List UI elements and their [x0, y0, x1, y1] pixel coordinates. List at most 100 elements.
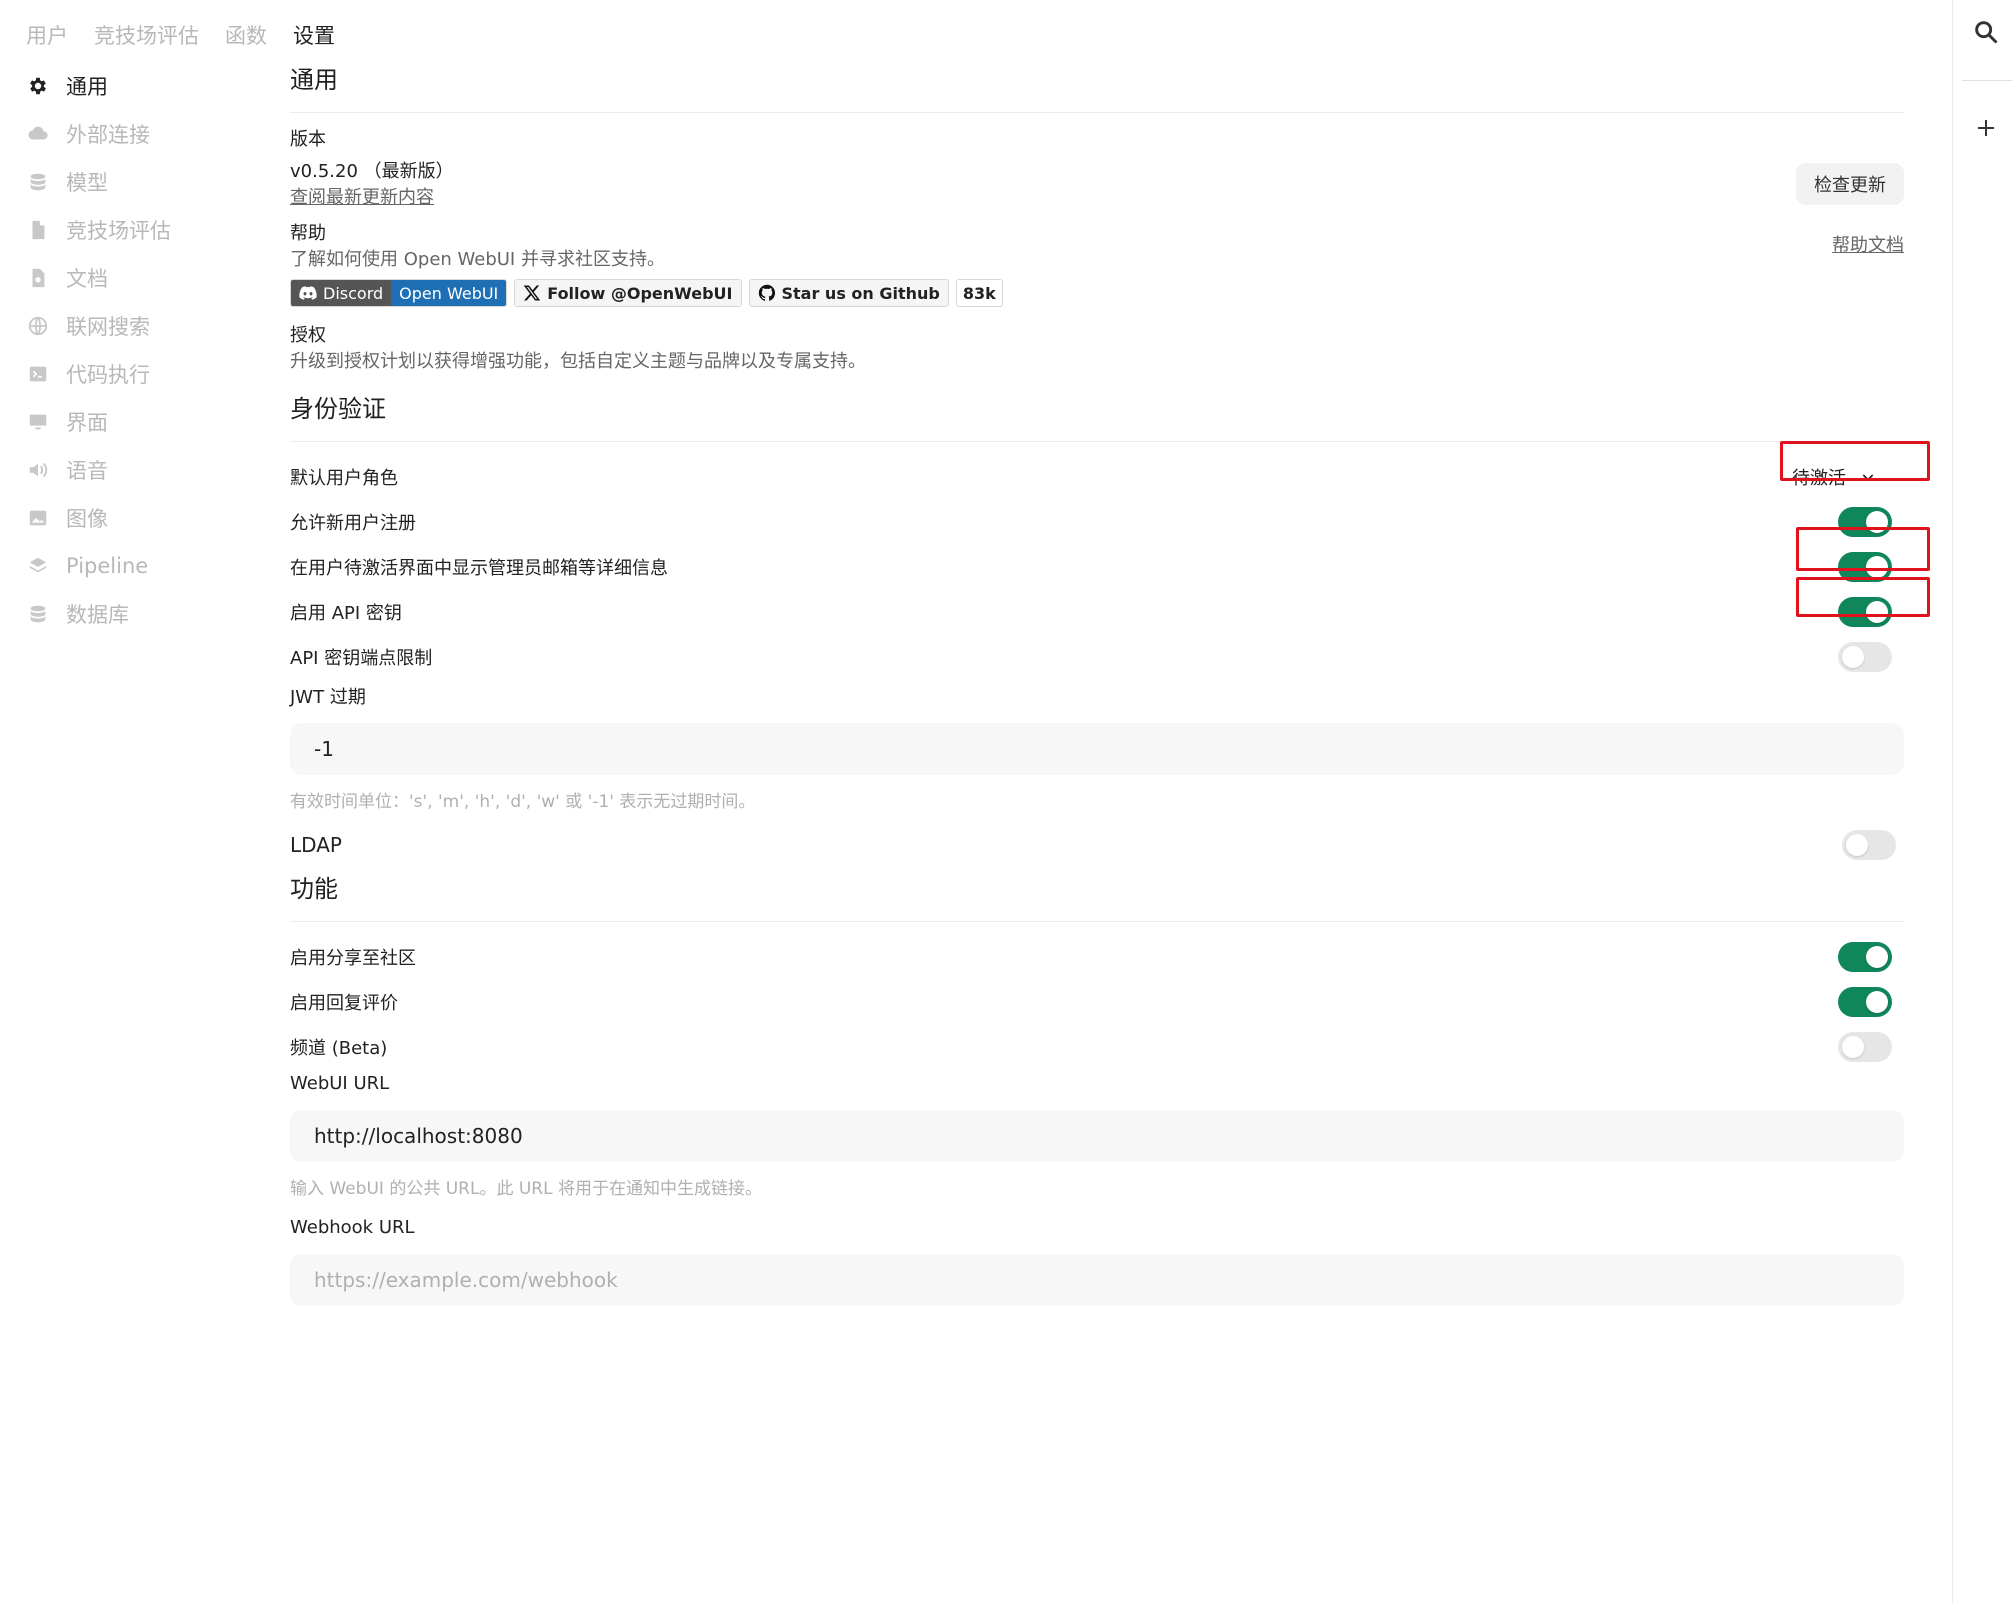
sidebar-item-models[interactable]: 模型 — [26, 158, 256, 206]
top-tabs: 用户 竞技场评估 函数 设置 — [26, 20, 335, 50]
discord-badge[interactable]: Discord Open WebUI — [290, 279, 508, 307]
layers-icon — [26, 554, 50, 578]
sidebar-item-label: 代码执行 — [66, 363, 150, 387]
allow-signup-label: 允许新用户注册 — [290, 512, 416, 534]
toggle-knob — [1866, 945, 1888, 968]
message-rating-toggle[interactable] — [1838, 986, 1892, 1017]
discord-icon — [299, 286, 317, 300]
api-key-endpoint-row: API 密钥端点限制 — [290, 634, 1904, 679]
monitor-icon — [26, 410, 50, 434]
sidebar-item-code-execution[interactable]: 代码执行 — [26, 350, 256, 398]
tab-users[interactable]: 用户 — [26, 20, 68, 50]
toggle-knob — [1842, 1035, 1864, 1058]
sidebar-item-label: Pipeline — [66, 554, 149, 578]
sidebar-item-documents[interactable]: 文档 — [26, 254, 256, 302]
highlight-outline — [1796, 527, 1930, 571]
sidebar-item-database[interactable]: 数据库 — [26, 590, 256, 638]
settings-main: 通用 版本 v0.5.20 （最新版） 查阅最新更新内容 检查更新 帮助 了解如… — [290, 62, 1904, 1306]
sidebar-item-label: 图像 — [66, 507, 108, 531]
github-icon — [758, 284, 775, 301]
ldap-label: LDAP — [290, 832, 342, 857]
sidebar-item-web-search[interactable]: 联网搜索 — [26, 302, 256, 350]
divider — [290, 112, 1904, 113]
version-label: 版本 — [290, 129, 326, 150]
message-rating-label: 启用回复评价 — [290, 992, 398, 1014]
discord-label: Discord — [323, 283, 384, 303]
changelog-link[interactable]: 查阅最新更新内容 — [290, 183, 1904, 209]
tab-arena[interactable]: 竞技场评估 — [94, 20, 199, 50]
show-admin-details-row: 在用户待激活界面中显示管理员邮箱等详细信息 — [290, 544, 1904, 589]
sidebar-item-evaluations[interactable]: 竞技场评估 — [26, 206, 256, 254]
x-badge-content: Follow @OpenWebUI — [515, 280, 741, 306]
divider — [290, 441, 1904, 442]
sidebar-item-audio[interactable]: 语音 — [26, 446, 256, 494]
plus-icon[interactable] — [1970, 112, 2002, 144]
sidebar-item-interface[interactable]: 界面 — [26, 398, 256, 446]
sidebar-item-images[interactable]: 图像 — [26, 494, 256, 542]
enable-api-key-label: 启用 API 密钥 — [290, 602, 402, 624]
tab-functions[interactable]: 函数 — [225, 20, 267, 50]
github-badge-content: Star us on Github — [749, 280, 948, 306]
rail-separator — [1962, 80, 2012, 81]
license-row: 授权 升级到授权计划以获得增强功能，包括自定义主题与品牌以及专属支持。 — [290, 321, 1904, 381]
database-icon — [26, 170, 50, 194]
ldap-toggle[interactable] — [1842, 829, 1896, 860]
community-share-row: 启用分享至社区 — [290, 934, 1904, 979]
jwt-hint: 有效时间单位：'s', 'm', 'h', 'd', 'w' 或 '-1' 表示… — [290, 792, 756, 812]
webhook-url-label: Webhook URL — [290, 1217, 415, 1238]
divider — [290, 921, 1904, 922]
section-title-auth: 身份验证 — [290, 395, 386, 423]
community-share-label: 启用分享至社区 — [290, 947, 416, 969]
license-description: 升级到授权计划以获得增强功能，包括自定义主题与品牌以及专属支持。 — [290, 351, 866, 372]
database-icon — [26, 602, 50, 626]
sidebar-item-label: 通用 — [66, 75, 108, 99]
jwt-expiry-input[interactable] — [290, 723, 1904, 775]
channels-toggle[interactable] — [1838, 1031, 1892, 1062]
sidebar-item-label: 文档 — [66, 267, 108, 291]
message-rating-row: 启用回复评价 — [290, 979, 1904, 1024]
tab-settings[interactable]: 设置 — [293, 20, 335, 50]
settings-sidebar: 通用 外部连接 模型 竞技场评估 文档 联网搜索 代码执行 界面 语音 图像 P… — [26, 62, 256, 638]
discord-badge-right: Open WebUI — [391, 280, 507, 306]
toggle-knob — [1846, 833, 1868, 856]
sidebar-item-pipeline[interactable]: Pipeline — [26, 542, 256, 590]
webui-url-input[interactable] — [290, 1110, 1904, 1162]
license-label: 授权 — [290, 325, 326, 346]
help-description: 了解如何使用 Open WebUI 并寻求社区支持。 — [290, 249, 665, 270]
community-share-toggle[interactable] — [1838, 941, 1892, 972]
document-search-icon — [26, 266, 50, 290]
settings-window: 用户 竞技场评估 函数 设置 通用 外部连接 模型 竞技场评估 文档 联网搜索 … — [0, 0, 2014, 1603]
help-label: 帮助 — [290, 223, 326, 244]
github-star-count: 83k — [955, 279, 1003, 307]
github-star-badge[interactable]: Star us on Github — [748, 279, 949, 307]
cloud-icon — [26, 122, 50, 146]
enable-api-key-row: 启用 API 密钥 — [290, 589, 1904, 634]
help-docs-link[interactable]: 帮助文档 — [1832, 231, 1904, 257]
sidebar-item-label: 联网搜索 — [66, 315, 150, 339]
sidebar-item-label: 外部连接 — [66, 123, 150, 147]
default-role-row: 默认用户角色 待激活 — [290, 454, 1904, 499]
check-update-button[interactable]: 检查更新 — [1796, 163, 1904, 205]
toggle-knob — [1842, 645, 1864, 668]
search-icon[interactable] — [1970, 16, 2002, 48]
highlight-outline — [1780, 441, 1930, 481]
x-logo-icon — [524, 285, 541, 301]
allow-signup-row: 允许新用户注册 — [290, 499, 1904, 544]
sidebar-item-general[interactable]: 通用 — [26, 62, 256, 110]
channels-row: 频道 (Beta) — [290, 1024, 1904, 1069]
right-rail-divider — [1952, 0, 1953, 1603]
sidebar-item-label: 数据库 — [66, 603, 129, 627]
document-icon — [26, 218, 50, 242]
section-title-features: 功能 — [290, 875, 338, 903]
x-follow-badge[interactable]: Follow @OpenWebUI — [514, 279, 742, 307]
ldap-row: LDAP — [290, 822, 1904, 867]
webhook-url-input[interactable] — [290, 1254, 1904, 1306]
highlight-outline — [1796, 577, 1930, 617]
api-key-endpoint-toggle[interactable] — [1838, 641, 1892, 672]
sidebar-item-connections[interactable]: 外部连接 — [26, 110, 256, 158]
version-row: 版本 v0.5.20 （最新版） 查阅最新更新内容 检查更新 — [290, 125, 1904, 213]
version-value: v0.5.20 （最新版） — [290, 161, 454, 182]
sidebar-item-label: 语音 — [66, 459, 108, 483]
terminal-icon — [26, 362, 50, 386]
jwt-label: JWT 过期 — [290, 687, 366, 708]
